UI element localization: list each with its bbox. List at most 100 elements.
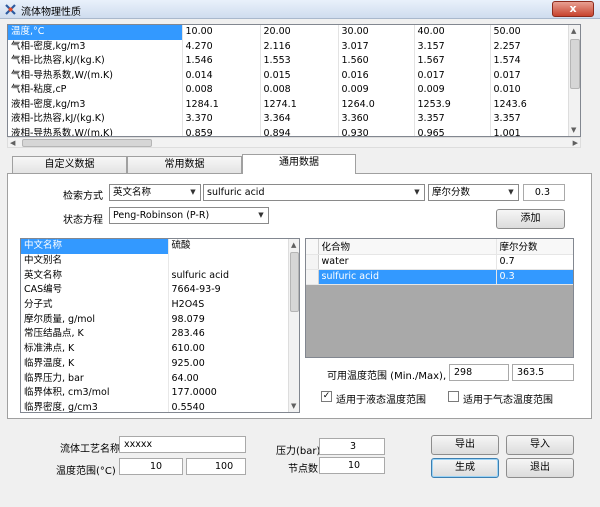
fraction-cell[interactable]: 0.7 [496,254,573,270]
pressure-input[interactable]: 3 [319,438,385,455]
substance-select[interactable]: sulfuric acid ▼ [203,184,425,201]
property-name-cell[interactable]: 温度,°C [8,25,183,40]
table-row[interactable]: 液相-导热系数,W/(m.K) 0.859 0.894 0.930 0.965 1.001 [8,126,571,136]
value-cell[interactable]: 0.015 [260,68,339,83]
property-name-cell[interactable]: 中文名称 [21,239,169,254]
property-value-cell[interactable]: 64.00 [168,371,289,386]
table-row[interactable]: 气相-密度,kg/m3 4.270 2.116 3.017 3.157 2.257 [8,39,571,54]
value-cell[interactable]: 2.116 [260,39,339,54]
temp-max-input[interactable]: 363.5 [512,364,574,381]
property-name-cell[interactable]: 临界体积, cm3/mol [21,385,169,401]
substance-property-list[interactable]: 中文名称 硫酸 中文别名 英文名称 sulfuric acid CAS编号 7664-93-… [20,238,300,413]
table-horizontal-scrollbar[interactable]: ◀ ▶ [7,137,581,148]
value-cell[interactable]: 1.001 [490,126,571,136]
property-value-cell[interactable]: sulfuric acid [168,268,289,283]
scroll-down-icon[interactable]: ▼ [291,402,296,410]
scroll-left-icon[interactable]: ◀ [10,139,15,147]
property-value-cell[interactable]: 0.5540 [168,401,289,412]
value-cell[interactable]: 0.894 [260,126,339,136]
value-cell[interactable]: 3.357 [490,112,571,127]
scroll-thumb[interactable] [570,39,580,89]
list-item[interactable]: 标准沸点, K 610.00 [21,341,289,357]
row-header[interactable] [306,269,319,285]
property-name-cell[interactable]: 临界密度, g/cm3 [21,400,169,412]
value-cell[interactable]: 0.008 [182,83,261,98]
property-value-cell[interactable]: 177.0000 [168,386,289,401]
table-vertical-scrollbar[interactable]: ▲ ▼ [568,25,580,136]
row-header[interactable] [306,254,319,270]
property-name-cell[interactable]: 标准沸点, K [21,341,169,357]
property-name-cell[interactable]: 液相-密度,kg/m3 [8,97,183,112]
scroll-down-icon[interactable]: ▼ [571,126,576,134]
property-value-cell[interactable] [168,254,289,269]
component-grid[interactable]: 化合物 摩尔分数 water 0.7 sulfuric acid 0.3 [305,238,574,358]
property-name-cell[interactable]: 临界压力, bar [21,371,169,386]
value-cell[interactable]: 1.546 [182,54,261,69]
value-cell[interactable]: 50.00 [490,25,571,40]
list-item[interactable]: 临界压力, bar 64.00 [21,371,289,386]
value-cell[interactable]: 0.859 [182,126,261,136]
property-value-cell[interactable]: 7664-93-9 [168,283,289,298]
value-cell[interactable]: 20.00 [260,25,339,40]
list-item[interactable]: 常压结晶点, K 283.46 [21,327,289,342]
generate-button[interactable]: 生成 [431,458,499,478]
value-cell[interactable]: 0.009 [338,83,415,98]
scroll-up-icon[interactable]: ▲ [291,241,296,249]
fraction-cell[interactable]: 0.3 [496,269,573,285]
value-cell[interactable]: 0.930 [338,126,415,136]
compound-cell[interactable]: water [318,254,497,270]
scroll-thumb[interactable] [22,139,152,147]
table-row[interactable]: 气相-导热系数,W/(m.K) 0.014 0.015 0.016 0.017 0.017 [8,68,571,83]
temp-min-input[interactable]: 298 [449,364,509,381]
property-table[interactable]: 温度,°C 10.00 20.00 30.00 40.00 50.00 气相-密度,kg/m… [7,24,581,137]
property-name-cell[interactable]: 摩尔质量, g/mol [21,312,169,328]
tab-custom-data[interactable]: 自定义数据 [12,156,127,173]
property-value-cell[interactable]: 925.00 [168,357,289,372]
value-cell[interactable]: 1264.0 [338,97,415,112]
tab-common-data[interactable]: 常用数据 [127,156,242,173]
value-cell[interactable]: 3.357 [414,112,491,127]
temp-range-min-input[interactable]: 10 [119,458,183,475]
add-button[interactable]: 添加 [496,209,565,229]
value-cell[interactable]: 1284.1 [182,97,261,112]
value-cell[interactable]: 1.560 [338,54,415,69]
table-row[interactable]: 温度,°C 10.00 20.00 30.00 40.00 50.00 [8,25,571,40]
property-name-cell[interactable]: 气相-比热容,kJ/(kg.K) [8,54,183,69]
value-cell[interactable]: 3.017 [338,39,415,54]
value-cell[interactable]: 1.567 [414,54,491,69]
scroll-right-icon[interactable]: ▶ [573,139,578,147]
scroll-up-icon[interactable]: ▲ [571,27,576,35]
import-button[interactable]: 导入 [506,435,574,455]
value-cell[interactable]: 0.010 [490,83,571,98]
value-cell[interactable]: 1274.1 [260,97,339,112]
property-name-cell[interactable]: 常压结晶点, K [21,327,169,342]
value-cell[interactable]: 2.257 [490,39,571,54]
value-cell[interactable]: 1.574 [490,54,571,69]
table-row[interactable]: 气相-比热容,kJ/(kg.K) 1.546 1.553 1.560 1.567 1.57… [8,54,571,69]
property-name-cell[interactable]: 气相-导热系数,W/(m.K) [8,68,183,83]
table-row[interactable]: 气相-粘度,cP 0.008 0.008 0.009 0.009 0.010 [8,83,571,98]
table-row[interactable]: water 0.7 [306,254,573,270]
scroll-thumb[interactable] [290,252,299,312]
property-value-cell[interactable]: H2O4S [168,298,289,313]
property-name-cell[interactable]: 气相-粘度,cP [8,83,183,98]
close-button[interactable]: x [552,1,594,17]
value-cell[interactable]: 0.017 [490,68,571,83]
property-value-cell[interactable]: 610.00 [168,342,289,357]
fraction-type-select[interactable]: 摩尔分数 ▼ [428,184,519,201]
value-cell[interactable]: 3.360 [338,112,415,127]
value-cell[interactable]: 0.965 [414,126,491,136]
tab-general-data[interactable]: 通用数据 [242,154,356,174]
value-cell[interactable]: 3.364 [260,112,339,127]
list-item[interactable]: 摩尔质量, g/mol 98.079 [21,312,289,328]
list-item[interactable]: 临界体积, cm3/mol 177.0000 [21,385,289,401]
list-item[interactable]: 分子式 H2O4S [21,297,289,313]
value-cell[interactable]: 1.553 [260,54,339,69]
exit-button[interactable]: 退出 [506,458,574,478]
property-name-cell[interactable]: 液相-导热系数,W/(m.K) [8,126,183,136]
property-name-cell[interactable]: 临界温度, K [21,356,169,372]
value-cell[interactable]: 40.00 [414,25,491,40]
process-name-input[interactable]: xxxxx [119,436,246,453]
fraction-value-input[interactable]: 0.3 [523,184,565,201]
value-cell[interactable]: 3.157 [414,39,491,54]
